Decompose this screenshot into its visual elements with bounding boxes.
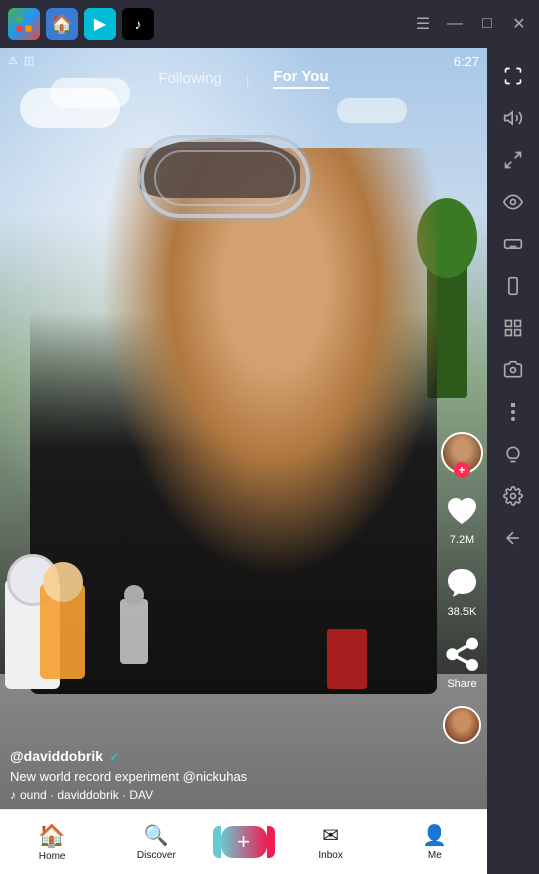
panel-capture-icon[interactable] bbox=[493, 350, 533, 390]
tab-for-you[interactable]: For You bbox=[273, 68, 328, 89]
panel-expand-icon[interactable] bbox=[493, 56, 533, 96]
red-equipment bbox=[327, 629, 367, 689]
right-panel bbox=[487, 48, 539, 874]
home-nav-label: Home bbox=[39, 851, 66, 862]
warning-icon: ⚠ bbox=[8, 54, 18, 67]
alert-icons-area: ⚠ ◫ bbox=[8, 54, 34, 67]
app-icon-home[interactable]: 🏠 bbox=[46, 8, 78, 40]
discover-nav-icon: 🔍 bbox=[144, 823, 169, 848]
discover-nav-label: Discover bbox=[137, 850, 176, 861]
panel-arrows-icon[interactable] bbox=[493, 140, 533, 180]
nav-discover[interactable]: 🔍 Discover bbox=[104, 823, 208, 861]
panel-more-icon[interactable] bbox=[493, 392, 533, 432]
goggles bbox=[140, 138, 310, 218]
video-description: New world record experiment @nickuhas bbox=[10, 769, 427, 784]
me-nav-label: Me bbox=[428, 850, 442, 861]
inbox-nav-label: Inbox bbox=[318, 850, 342, 861]
video-container[interactable]: ⚠ ◫ 6:27 Following | For You bbox=[0, 48, 487, 874]
app-icon-layers[interactable] bbox=[8, 8, 40, 40]
like-count: 7.2M bbox=[450, 534, 474, 546]
main-person bbox=[30, 148, 437, 694]
me-nav-icon: 👤 bbox=[422, 823, 447, 848]
music-note-icon: ♪ bbox=[10, 788, 16, 802]
nav-create[interactable]: + bbox=[209, 826, 279, 858]
share-label: Share bbox=[447, 678, 476, 690]
orange-suit-person bbox=[40, 584, 85, 679]
screen-icon: ◫ bbox=[24, 54, 34, 67]
nav-me[interactable]: 👤 Me bbox=[383, 823, 487, 861]
panel-back-icon[interactable] bbox=[493, 518, 533, 558]
bottom-nav: 🏠 Home 🔍 Discover + ✉ Inbox 👤 bbox=[0, 809, 487, 874]
avatar-button[interactable]: + bbox=[441, 432, 483, 474]
username: @daviddobrik bbox=[10, 748, 103, 764]
music-text: ound · daviddobrik · DAV bbox=[20, 788, 153, 802]
like-icon bbox=[441, 490, 483, 532]
music-avatar bbox=[443, 706, 481, 744]
comment-icon bbox=[441, 562, 483, 604]
cloud-decoration-3 bbox=[337, 98, 407, 123]
menu-button[interactable]: ☰ bbox=[411, 12, 435, 36]
panel-eye-icon[interactable] bbox=[493, 182, 533, 222]
share-icon bbox=[441, 634, 483, 676]
main-area: ⚠ ◫ 6:27 Following | For You bbox=[0, 48, 539, 874]
create-button[interactable]: + bbox=[221, 826, 267, 858]
username-line: @daviddobrik ✓ bbox=[10, 748, 427, 766]
follow-badge: + bbox=[454, 462, 470, 478]
comment-count: 38.5K bbox=[448, 606, 477, 618]
inbox-nav-icon: ✉ bbox=[322, 823, 339, 848]
app-icon-tiktok[interactable]: ♪ bbox=[122, 8, 154, 40]
orange-person-head bbox=[43, 562, 83, 602]
verified-icon: ✓ bbox=[109, 750, 119, 764]
panel-volume-icon[interactable] bbox=[493, 98, 533, 138]
music-avatar-button[interactable] bbox=[443, 706, 481, 744]
close-button[interactable]: ✕ bbox=[507, 12, 531, 36]
window-controls: ☰ — □ ✕ bbox=[411, 12, 531, 36]
panel-device-icon[interactable] bbox=[493, 266, 533, 306]
tab-following[interactable]: Following bbox=[158, 70, 221, 87]
comment-button[interactable]: 38.5K bbox=[441, 562, 483, 618]
nav-home[interactable]: 🏠 Home bbox=[0, 823, 104, 862]
share-button[interactable]: Share bbox=[441, 634, 483, 690]
tab-separator: | bbox=[246, 71, 250, 87]
video-timestamp: 6:27 bbox=[454, 54, 479, 69]
video-info: @daviddobrik ✓ New world record experime… bbox=[10, 748, 427, 802]
like-button[interactable]: 7.2M bbox=[441, 490, 483, 546]
bg-person bbox=[120, 599, 148, 664]
bg-person-head bbox=[124, 585, 144, 605]
panel-settings-icon[interactable] bbox=[493, 476, 533, 516]
panel-bulb-icon[interactable] bbox=[493, 434, 533, 474]
nav-inbox[interactable]: ✉ Inbox bbox=[279, 823, 383, 861]
panel-grid-icon[interactable] bbox=[493, 308, 533, 348]
music-info: ♪ ound · daviddobrik · DAV bbox=[10, 788, 427, 802]
top-bar: 🏠 ▶ ♪ ☰ — □ ✕ bbox=[0, 0, 539, 48]
maximize-button[interactable]: □ bbox=[475, 12, 499, 36]
tab-bar: Following | For You bbox=[0, 68, 487, 89]
right-actions: + 7.2M bbox=[441, 432, 483, 744]
app-icon-play[interactable]: ▶ bbox=[84, 8, 116, 40]
panel-keyboard-icon[interactable] bbox=[493, 224, 533, 264]
home-nav-icon: 🏠 bbox=[38, 823, 65, 849]
minimize-button[interactable]: — bbox=[443, 12, 467, 36]
